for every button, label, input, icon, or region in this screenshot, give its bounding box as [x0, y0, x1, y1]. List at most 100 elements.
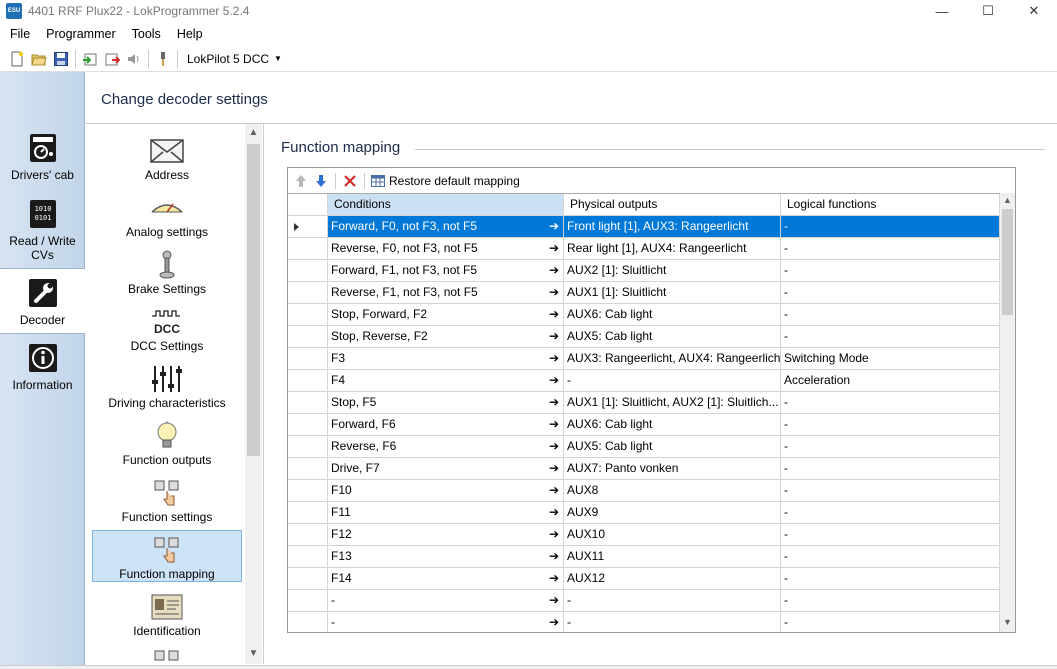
scroll-up-icon[interactable]: ▲ — [245, 127, 262, 138]
cell-logical-functions[interactable]: - — [781, 260, 1000, 282]
row-header[interactable] — [288, 612, 328, 632]
cell-logical-functions[interactable]: Switching Mode — [781, 348, 1000, 370]
cell-physical-outputs[interactable]: Rear light [1], AUX4: Rangeerlicht — [564, 238, 781, 260]
table-row[interactable]: - ➔ - - — [288, 612, 1000, 632]
cell-conditions[interactable]: F4 ➔ — [328, 370, 564, 392]
cell-logical-functions[interactable]: - — [781, 480, 1000, 502]
cell-conditions[interactable]: F14 ➔ — [328, 568, 564, 590]
cell-logical-functions[interactable]: - — [781, 216, 1000, 238]
nav-drivers-cab[interactable]: Drivers' cab — [0, 132, 85, 192]
row-header[interactable] — [288, 568, 328, 590]
cell-conditions[interactable]: Forward, F6 ➔ — [328, 414, 564, 436]
row-header[interactable] — [288, 590, 328, 612]
cell-physical-outputs[interactable]: Front light [1], AUX3: Rangeerlicht — [564, 216, 781, 238]
restore-default-mapping-button[interactable]: Restore default mapping — [371, 174, 520, 188]
table-row[interactable]: Stop, Forward, F2 ➔ AUX6: Cab light - — [288, 304, 1000, 326]
table-row[interactable]: Stop, F5 ➔ AUX1 [1]: Sluitlicht, AUX2 [1]:… — [288, 392, 1000, 414]
row-header[interactable] — [288, 546, 328, 568]
settings-item-brake[interactable]: Brake Settings — [92, 246, 242, 298]
cell-logical-functions[interactable]: - — [781, 524, 1000, 546]
cell-physical-outputs[interactable]: AUX12 — [564, 568, 781, 590]
row-header[interactable] — [288, 326, 328, 348]
settings-item-dcc[interactable]: DCC DCC Settings — [92, 303, 242, 355]
new-file-icon[interactable] — [6, 48, 28, 70]
cell-conditions[interactable]: - ➔ — [328, 612, 564, 632]
cell-physical-outputs[interactable]: AUX8 — [564, 480, 781, 502]
cell-physical-outputs[interactable]: AUX5: Cab light — [564, 326, 781, 348]
settings-item-function-settings[interactable]: Function settings — [92, 474, 242, 526]
table-row[interactable]: Reverse, F6 ➔ AUX5: Cab light - — [288, 436, 1000, 458]
settings-item-analog[interactable]: Analog settings — [92, 189, 242, 241]
settings-item-function-outputs[interactable]: Function outputs — [92, 417, 242, 469]
menu-tools[interactable]: Tools — [124, 23, 169, 45]
row-header[interactable] — [288, 458, 328, 480]
cell-logical-functions[interactable]: - — [781, 282, 1000, 304]
settings-item-driving[interactable]: Driving characteristics — [92, 360, 242, 412]
cell-logical-functions[interactable]: - — [781, 612, 1000, 632]
row-header[interactable] — [288, 216, 328, 238]
table-row[interactable]: F14 ➔ AUX12- — [288, 568, 1000, 590]
menu-programmer[interactable]: Programmer — [38, 23, 123, 45]
table-row[interactable]: F12 ➔ AUX10- — [288, 524, 1000, 546]
write-decoder-icon[interactable] — [101, 48, 123, 70]
scroll-up-icon[interactable]: ▲ — [1000, 195, 1015, 205]
cell-logical-functions[interactable]: Acceleration — [781, 370, 1000, 392]
table-row[interactable]: F10 ➔ AUX8- — [288, 480, 1000, 502]
nav-read-write-cvs[interactable]: 1010 0101 Read / Write CVs — [0, 198, 85, 268]
settings-item-identification[interactable]: Identification — [92, 588, 242, 640]
settings-item-address[interactable]: Address — [92, 132, 242, 184]
menu-file[interactable]: File — [2, 23, 38, 45]
row-header[interactable] — [288, 238, 328, 260]
table-row[interactable]: F13 ➔ AUX11- — [288, 546, 1000, 568]
cell-logical-functions[interactable]: - — [781, 238, 1000, 260]
cell-physical-outputs[interactable]: AUX6: Cab light — [564, 304, 781, 326]
table-row[interactable]: - ➔ - - — [288, 590, 1000, 612]
table-row[interactable]: Forward, F6 ➔ AUX6: Cab light - — [288, 414, 1000, 436]
row-header[interactable] — [288, 370, 328, 392]
cell-logical-functions[interactable]: - — [781, 414, 1000, 436]
maximize-button[interactable]: ☐ — [965, 0, 1011, 22]
row-header[interactable] — [288, 502, 328, 524]
table-row[interactable]: Stop, Reverse, F2 ➔ AUX5: Cab light - — [288, 326, 1000, 348]
cell-conditions[interactable]: Reverse, F0, not F3, not F5 ➔ — [328, 238, 564, 260]
cell-physical-outputs[interactable]: AUX2 [1]: Sluitlicht — [564, 260, 781, 282]
sound-icon[interactable] — [123, 48, 145, 70]
cell-physical-outputs[interactable]: AUX6: Cab light — [564, 414, 781, 436]
cell-conditions[interactable]: Reverse, F6 ➔ — [328, 436, 564, 458]
table-row[interactable]: Drive, F7 ➔ AUX7: Panto vonken - — [288, 458, 1000, 480]
cell-conditions[interactable]: Forward, F1, not F3, not F5 ➔ — [328, 260, 564, 282]
cell-logical-functions[interactable]: - — [781, 502, 1000, 524]
read-decoder-icon[interactable] — [79, 48, 101, 70]
cell-logical-functions[interactable]: - — [781, 436, 1000, 458]
open-folder-icon[interactable] — [28, 48, 50, 70]
table-row[interactable]: Forward, F1, not F3, not F5 ➔ AUX2 [1]: Sl… — [288, 260, 1000, 282]
save-icon[interactable] — [50, 48, 72, 70]
table-row[interactable]: Reverse, F1, not F3, not F5 ➔ AUX1 [1]: Sl… — [288, 282, 1000, 304]
row-header[interactable] — [288, 348, 328, 370]
cell-physical-outputs[interactable]: AUX9 — [564, 502, 781, 524]
cell-conditions[interactable]: Drive, F7 ➔ — [328, 458, 564, 480]
cell-conditions[interactable]: - ➔ — [328, 590, 564, 612]
cell-conditions[interactable]: F3 ➔ — [328, 348, 564, 370]
cell-logical-functions[interactable]: - — [781, 546, 1000, 568]
row-header[interactable] — [288, 260, 328, 282]
arrow-up-icon[interactable] — [291, 171, 311, 191]
delete-x-icon[interactable] — [340, 171, 360, 191]
nav-decoder[interactable]: Decoder — [0, 268, 85, 334]
cell-physical-outputs[interactable]: - — [564, 590, 781, 612]
cell-conditions[interactable]: F13 ➔ — [328, 546, 564, 568]
cell-physical-outputs[interactable]: - — [564, 370, 781, 392]
cell-conditions[interactable]: F12 ➔ — [328, 524, 564, 546]
settings-item-more[interactable] — [92, 644, 242, 664]
cell-physical-outputs[interactable]: AUX5: Cab light — [564, 436, 781, 458]
cell-logical-functions[interactable]: - — [781, 458, 1000, 480]
cell-logical-functions[interactable]: - — [781, 304, 1000, 326]
scrollbar-thumb[interactable] — [1002, 209, 1013, 315]
cell-conditions[interactable]: F11 ➔ — [328, 502, 564, 524]
row-header[interactable] — [288, 282, 328, 304]
cell-conditions[interactable]: Stop, Reverse, F2 ➔ — [328, 326, 564, 348]
row-header[interactable] — [288, 480, 328, 502]
row-header[interactable] — [288, 392, 328, 414]
cell-physical-outputs[interactable]: AUX10 — [564, 524, 781, 546]
cell-physical-outputs[interactable]: - — [564, 612, 781, 632]
